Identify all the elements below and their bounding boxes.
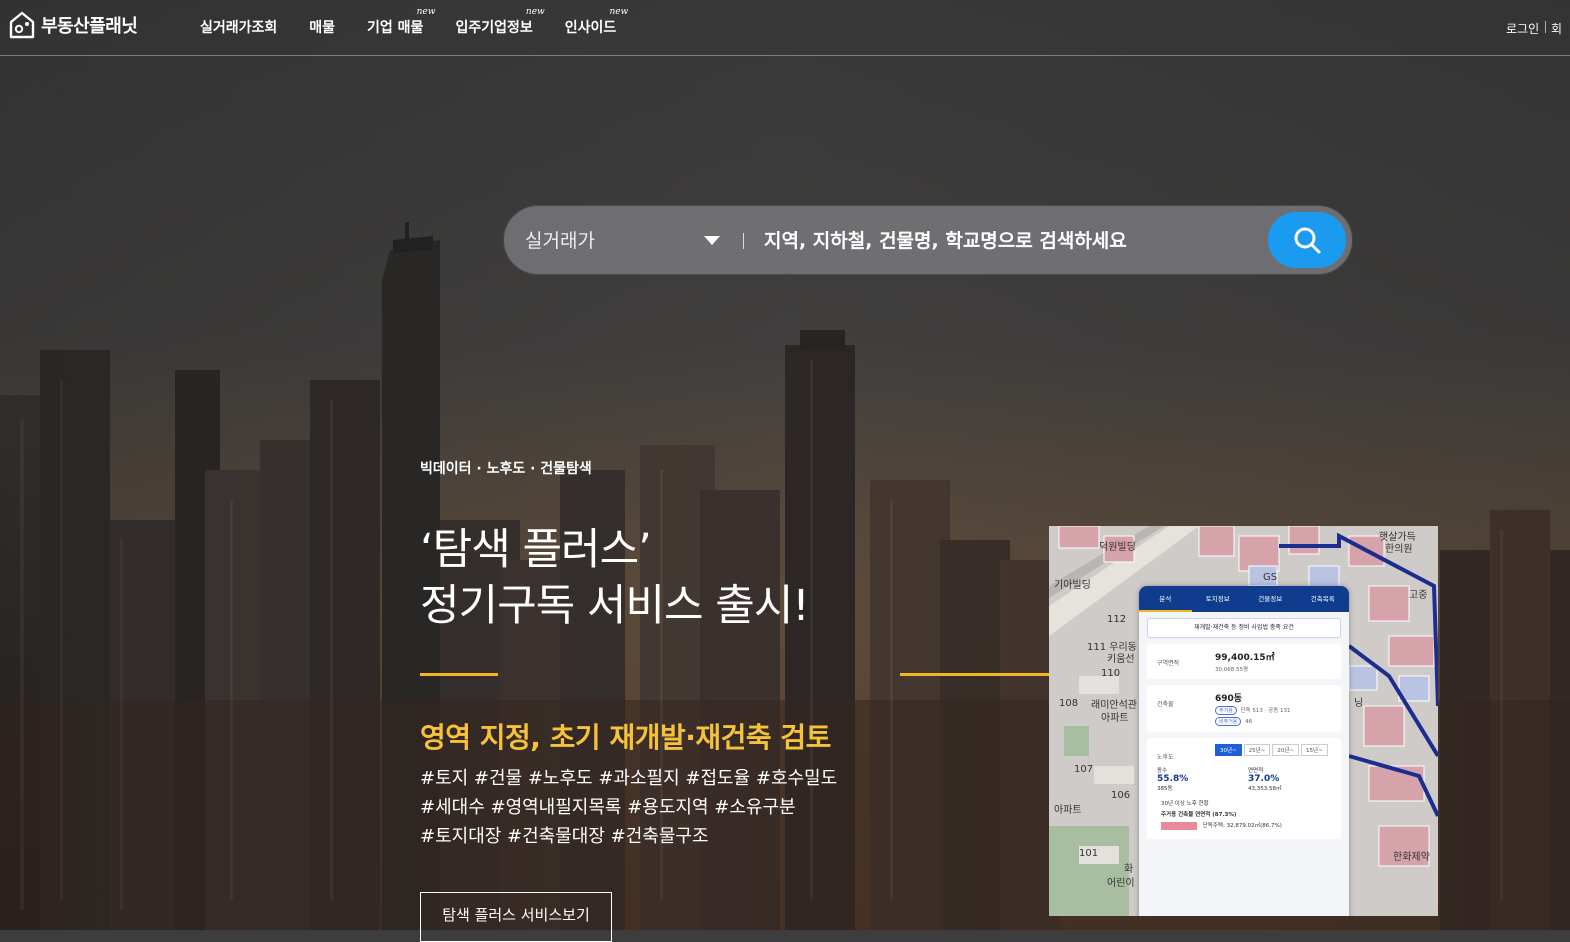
map-label: 101 bbox=[1079, 848, 1099, 859]
chip: 주거용 bbox=[1215, 706, 1237, 715]
stat-count: 동수 55.8% 385동 bbox=[1153, 762, 1244, 796]
age-tab: 20년~ bbox=[1272, 744, 1300, 756]
chip: 비주거용 bbox=[1215, 717, 1242, 726]
mockup-tab: 토지정보 bbox=[1205, 595, 1230, 603]
new-badge: new bbox=[525, 7, 545, 17]
service-cta-button[interactable]: 탐색 플러스 서비스보기 bbox=[420, 892, 612, 942]
hashtag-line: #토지 #건물 #노후도 #과소필지 #접도율 #호수밀도 bbox=[420, 768, 838, 789]
age-card: 노후도 30년~ 25년~ 20년~ 15년~ 동수 55.8% 385동 연면… bbox=[1147, 738, 1341, 839]
stat-label: 연면적 bbox=[1248, 768, 1264, 774]
hashtag-line: #세대수 #영역내필지목록 #용도지역 #소유구분 bbox=[420, 797, 796, 818]
map-label: 110 bbox=[1101, 668, 1121, 679]
stat-sub: 43,353.58㎡ bbox=[1248, 786, 1282, 792]
login-link[interactable]: 로그인 bbox=[1506, 20, 1539, 37]
buildings-card: 건축물 690동 주거용 단독 513 · 공동 131 비주거용 46 bbox=[1147, 685, 1341, 732]
map-label: GS bbox=[1263, 572, 1278, 583]
search-button[interactable] bbox=[1268, 212, 1346, 268]
card-value: 99,400.15㎡ bbox=[1215, 653, 1275, 663]
app-preview-image: 덕원빌딩 112 111 우리동 키움선 110 래미안석관 아파트 108 1… bbox=[1049, 526, 1438, 916]
residential-detail: 단독주택: 32,879.02㎡(86.7%) bbox=[1202, 823, 1282, 829]
map-label: 고중 bbox=[1409, 590, 1428, 601]
new-badge: new bbox=[416, 7, 436, 17]
nav-item-label: 기업 매물 bbox=[367, 20, 424, 36]
mockup-tab: 건축목록 bbox=[1310, 595, 1335, 603]
hero-subhead: 영역 지정, 초기 재개발·재건축 검토 bbox=[420, 721, 831, 754]
card-sub: 30,068.55평 bbox=[1215, 667, 1249, 673]
chevron-down-icon[interactable] bbox=[704, 236, 720, 245]
card-sub: 주거용 단독 513 · 공동 131 bbox=[1215, 706, 1335, 715]
age-tab: 25년~ bbox=[1243, 744, 1271, 756]
map-label: 닝 bbox=[1354, 698, 1364, 709]
new-badge: new bbox=[609, 7, 629, 17]
age-tabs: 30년~ 25년~ 20년~ 15년~ bbox=[1215, 744, 1335, 756]
residential-bar bbox=[1161, 821, 1197, 830]
card-sub: 비주거용 46 bbox=[1215, 717, 1335, 726]
age-tab: 30년~ bbox=[1215, 744, 1242, 756]
nav-item-transaction-price[interactable]: 실거래가조회 bbox=[200, 17, 277, 37]
nav-item-label: 입주기업정보 bbox=[455, 20, 533, 36]
card-label: 구역면적 bbox=[1157, 660, 1180, 667]
accent-rule bbox=[420, 673, 498, 676]
top-header: 부동산플래닛 실거래가조회 매물 기업 매물 new 입주기업정보 new 인사… bbox=[0, 0, 1570, 56]
map-label: 112 bbox=[1107, 614, 1127, 625]
residential-detail-row: 단독주택: 32,879.02㎡(86.7%) bbox=[1161, 821, 1327, 830]
map-label: 한화제약 bbox=[1393, 852, 1430, 863]
logo-text: 부동산플래닛 bbox=[41, 16, 138, 37]
stat-floor-area: 연면적 37.0% 43,353.58㎡ bbox=[1244, 762, 1335, 796]
age-tab: 15년~ bbox=[1301, 744, 1328, 756]
map-label: 108 bbox=[1059, 698, 1079, 709]
map-label: 아파트 bbox=[1054, 805, 1082, 816]
legend-line: 30년 이상 노후 현황 bbox=[1161, 801, 1209, 807]
stat-sub: 385동 bbox=[1157, 786, 1173, 792]
map-label: 어린이 bbox=[1107, 878, 1135, 889]
stat-value: 55.8% bbox=[1157, 774, 1189, 784]
site-logo[interactable]: 부동산플래닛 bbox=[8, 10, 138, 40]
nav-item-label: 실거래가조회 bbox=[200, 20, 278, 36]
headline-line: ‘탐색 플러스’ bbox=[420, 525, 652, 575]
nav-item-tenant-info[interactable]: 입주기업정보 new bbox=[455, 7, 544, 37]
map-label: 한의원 bbox=[1385, 544, 1413, 555]
hero-eyebrow: 빅데이터 · 노후도 · 건물탐색 bbox=[420, 461, 592, 477]
search-type-select[interactable]: 실거래가 bbox=[525, 226, 595, 253]
nav-item-label: 매물 bbox=[309, 20, 336, 36]
stat-value: 37.0% bbox=[1248, 774, 1280, 784]
house-logo-icon bbox=[9, 11, 35, 39]
main-nav: 실거래가조회 매물 기업 매물 new 입주기업정보 new 인사이드 new bbox=[200, 7, 648, 37]
map-label: 덕원빌딩 bbox=[1099, 542, 1136, 553]
mockup-notice: 재개발·재건축 등 정비 사업법 충족 요건 bbox=[1147, 618, 1341, 638]
residential-title: 주거용 건축물 연면적 (87.3%) bbox=[1161, 812, 1237, 818]
signup-link[interactable]: 회 bbox=[1551, 20, 1562, 37]
nav-item-inside[interactable]: 인사이드 new bbox=[564, 7, 629, 37]
mockup-tab: 분석 bbox=[1139, 586, 1192, 612]
nav-item-listings[interactable]: 매물 bbox=[309, 17, 335, 37]
stat-label: 동수 bbox=[1157, 768, 1168, 774]
hashtag-line: #토지대장 #건축물대장 #건축물구조 bbox=[420, 826, 709, 847]
hashtag-list: #토지 #건물 #노후도 #과소필지 #접도율 #호수밀도 #세대수 #영역내필… bbox=[420, 764, 837, 851]
card-label: 건축물 bbox=[1157, 701, 1174, 708]
map-label: 기아빌딩 bbox=[1054, 580, 1091, 591]
map-label: 키움선 bbox=[1107, 654, 1135, 665]
headline-line: 정기구독 서비스 출시! bbox=[420, 581, 810, 631]
area-card: 구역면적 99,400.15㎡ 30,068.55평 bbox=[1147, 644, 1341, 679]
search-divider bbox=[743, 233, 744, 249]
card-value: 690동 bbox=[1215, 694, 1243, 704]
hero-headline: ‘탐색 플러스’ 정기구독 서비스 출시! bbox=[420, 522, 810, 634]
nav-item-label: 인사이드 bbox=[564, 20, 617, 36]
search-bar: 실거래가 bbox=[504, 206, 1352, 274]
mobile-app-mockup: 분석 토지정보 건물정보 건축목록 재개발·재건축 등 정비 사업법 충족 요건… bbox=[1139, 586, 1349, 916]
map-label: 107 bbox=[1074, 764, 1094, 775]
nav-item-corporate-listings[interactable]: 기업 매물 new bbox=[367, 7, 435, 37]
card-label: 노후도 bbox=[1157, 754, 1174, 761]
map-label: 화 bbox=[1124, 864, 1134, 875]
stat-row: 동수 55.8% 385동 연면적 37.0% 43,353.58㎡ bbox=[1153, 762, 1335, 796]
mockup-tab: 건물정보 bbox=[1258, 595, 1283, 603]
header-divider bbox=[1545, 21, 1546, 33]
search-input[interactable] bbox=[762, 224, 1246, 258]
map-label: 아파트 bbox=[1101, 713, 1129, 724]
search-icon bbox=[1294, 227, 1321, 254]
map-label: 106 bbox=[1111, 790, 1131, 801]
chip-detail: 46 bbox=[1245, 719, 1253, 725]
chip-detail: 단독 513 · 공동 131 bbox=[1240, 708, 1291, 714]
mockup-tabs: 분석 토지정보 건물정보 건축목록 bbox=[1139, 586, 1349, 612]
